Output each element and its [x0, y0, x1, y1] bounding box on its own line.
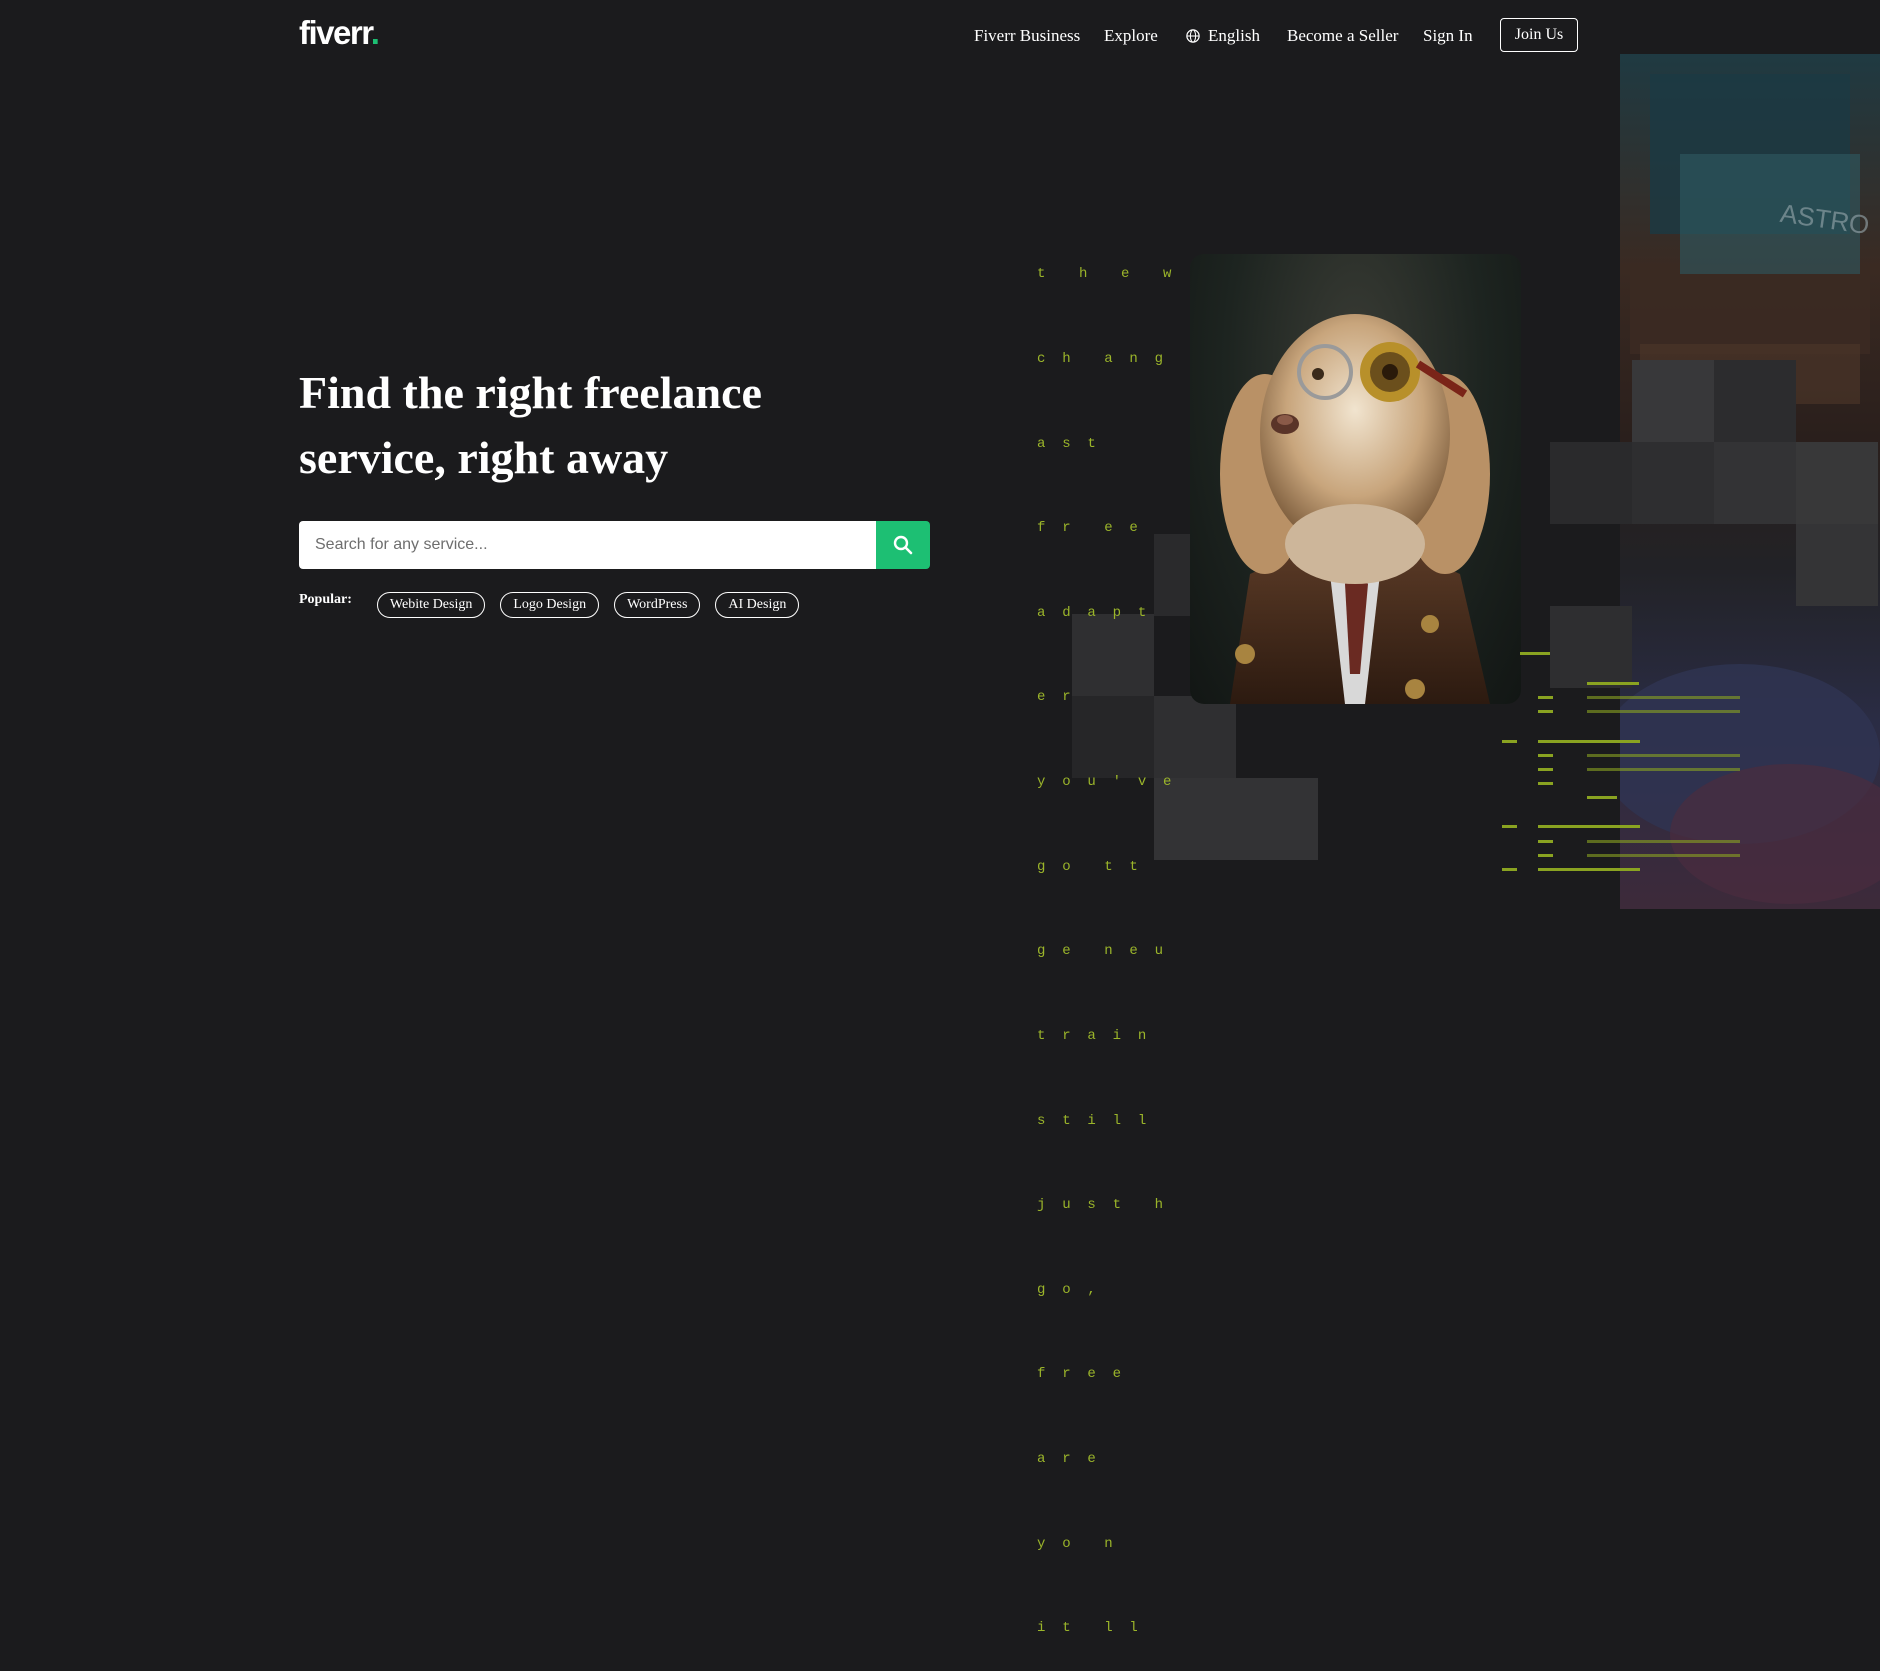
- nav-become-seller[interactable]: Become a Seller: [1287, 26, 1398, 46]
- search-button[interactable]: [876, 521, 930, 569]
- code-line: [1538, 782, 1553, 785]
- matrix-line: i t l l: [1037, 1620, 1138, 1637]
- search-icon: [893, 535, 913, 555]
- code-line: [1502, 825, 1517, 828]
- nav-language[interactable]: English: [1186, 26, 1260, 46]
- code-line: [1538, 696, 1553, 699]
- site-header: fiverr. Fiverr Business Explore English …: [0, 0, 1880, 72]
- nav-sign-in[interactable]: Sign In: [1423, 26, 1473, 46]
- matrix-line: y o n: [1037, 1535, 1113, 1552]
- code-line: [1538, 840, 1553, 843]
- deco-tile: [1632, 360, 1714, 442]
- matrix-line: g o t t: [1037, 858, 1138, 875]
- popular-tags: Popular: Webite Design Logo Design WordP…: [299, 592, 814, 618]
- nav-explore[interactable]: Explore: [1104, 26, 1158, 46]
- matrix-line: j u s t h: [1037, 1197, 1164, 1214]
- code-line: [1502, 868, 1517, 871]
- globe-icon: [1186, 29, 1200, 43]
- deco-tile: [1550, 606, 1632, 688]
- dog-portrait-image: [1190, 254, 1521, 704]
- deco-tile: [1550, 442, 1632, 524]
- code-line: [1587, 796, 1617, 799]
- matrix-line: f r e e: [1037, 1366, 1122, 1383]
- code-line: [1538, 710, 1553, 713]
- nav-fiverr-business[interactable]: Fiverr Business: [974, 26, 1080, 46]
- popular-label: Popular:: [299, 592, 352, 607]
- matrix-line: g o ,: [1037, 1281, 1096, 1298]
- fiverr-logo[interactable]: fiverr.: [299, 14, 380, 52]
- deco-tile: [1796, 524, 1878, 606]
- popular-tag-wordpress[interactable]: WordPress: [614, 592, 701, 618]
- code-line: [1538, 854, 1553, 857]
- code-line: [1538, 768, 1553, 771]
- deco-tile: [1796, 442, 1878, 524]
- code-line: [1538, 825, 1640, 828]
- deco-tile: [1714, 442, 1796, 524]
- hero-title: Find the right freelance service, right …: [299, 367, 762, 483]
- nav-language-label: English: [1208, 26, 1260, 45]
- deco-tile: [1714, 360, 1796, 442]
- search-input[interactable]: [299, 521, 876, 569]
- code-line: [1587, 754, 1740, 757]
- code-line: [1538, 868, 1640, 871]
- matrix-line: g e n e u: [1037, 943, 1164, 960]
- code-line: [1502, 740, 1517, 743]
- popular-tag-website-design[interactable]: Webite Design: [376, 592, 486, 618]
- code-line: [1587, 696, 1740, 699]
- popular-tag-logo-design[interactable]: Logo Design: [500, 592, 600, 618]
- code-line: [1587, 854, 1740, 857]
- matrix-line: s t i l l: [1037, 1112, 1147, 1129]
- matrix-line: t r a i n: [1037, 1027, 1147, 1044]
- code-line: [1538, 754, 1553, 757]
- dog-illustration: [1220, 314, 1490, 704]
- join-button[interactable]: Join Us: [1500, 18, 1578, 52]
- code-line: [1538, 740, 1640, 743]
- code-line: [1587, 768, 1740, 771]
- code-line: [1587, 840, 1740, 843]
- popular-tag-ai-design[interactable]: AI Design: [715, 592, 800, 618]
- deco-tile: [1632, 442, 1714, 524]
- code-line: [1587, 682, 1639, 685]
- code-line: [1520, 652, 1550, 655]
- code-line: [1587, 710, 1740, 713]
- matrix-line: a r e: [1037, 1450, 1096, 1467]
- matrix-line: y o u ' v e: [1037, 774, 1172, 791]
- search-bar: [299, 521, 930, 569]
